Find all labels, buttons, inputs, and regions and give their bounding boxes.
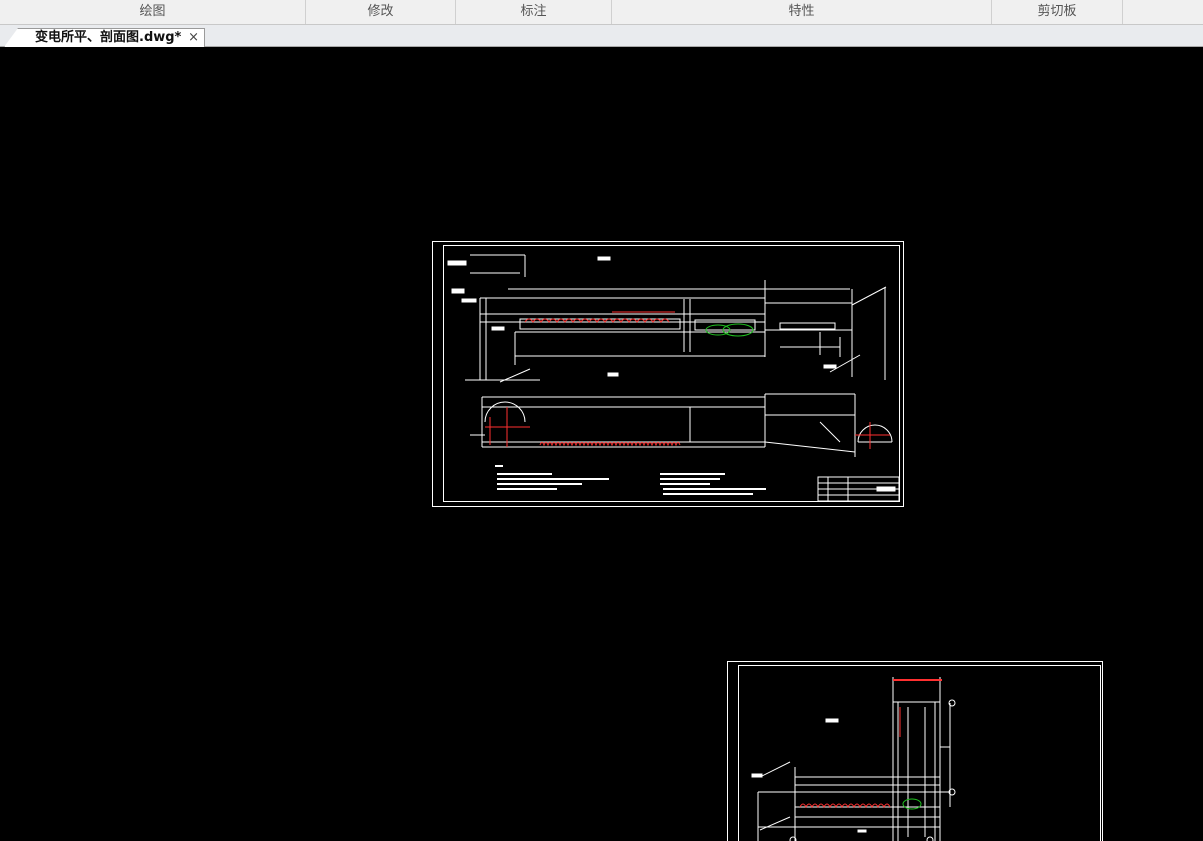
document-tab-bar: 变电所平、剖面图.dwg* × xyxy=(0,25,1203,47)
drawing-canvas[interactable] xyxy=(0,47,1203,841)
tab-notch xyxy=(4,28,18,47)
drawing-sheet-1[interactable] xyxy=(432,241,904,507)
ribbon-group-annotate[interactable]: 标注 xyxy=(456,0,612,24)
ribbon-group-clipboard[interactable]: 剪切板 xyxy=(992,0,1123,24)
ribbon-group-draw[interactable]: 绘图 xyxy=(0,0,306,24)
sheet2-red-elements xyxy=(799,679,942,809)
close-icon[interactable]: × xyxy=(188,29,199,47)
section-view xyxy=(470,393,893,457)
notes-block xyxy=(495,465,766,495)
title-block xyxy=(817,476,900,502)
plan-components xyxy=(447,256,837,377)
ribbon-group-bar: 绘图 修改 标注 特性 剪切板 xyxy=(0,0,1203,25)
drawing-svg xyxy=(432,241,1103,841)
ribbon-group-modify[interactable]: 修改 xyxy=(306,0,456,24)
document-tab[interactable]: 变电所平、剖面图.dwg* × xyxy=(4,28,205,47)
sheet2-plan xyxy=(751,677,956,841)
document-tab-label: 变电所平、剖面图.dwg* xyxy=(35,30,182,45)
drawing-sheet-2[interactable] xyxy=(727,661,1103,841)
section-red-elements xyxy=(485,407,890,449)
ribbon-group-properties[interactable]: 特性 xyxy=(612,0,992,24)
